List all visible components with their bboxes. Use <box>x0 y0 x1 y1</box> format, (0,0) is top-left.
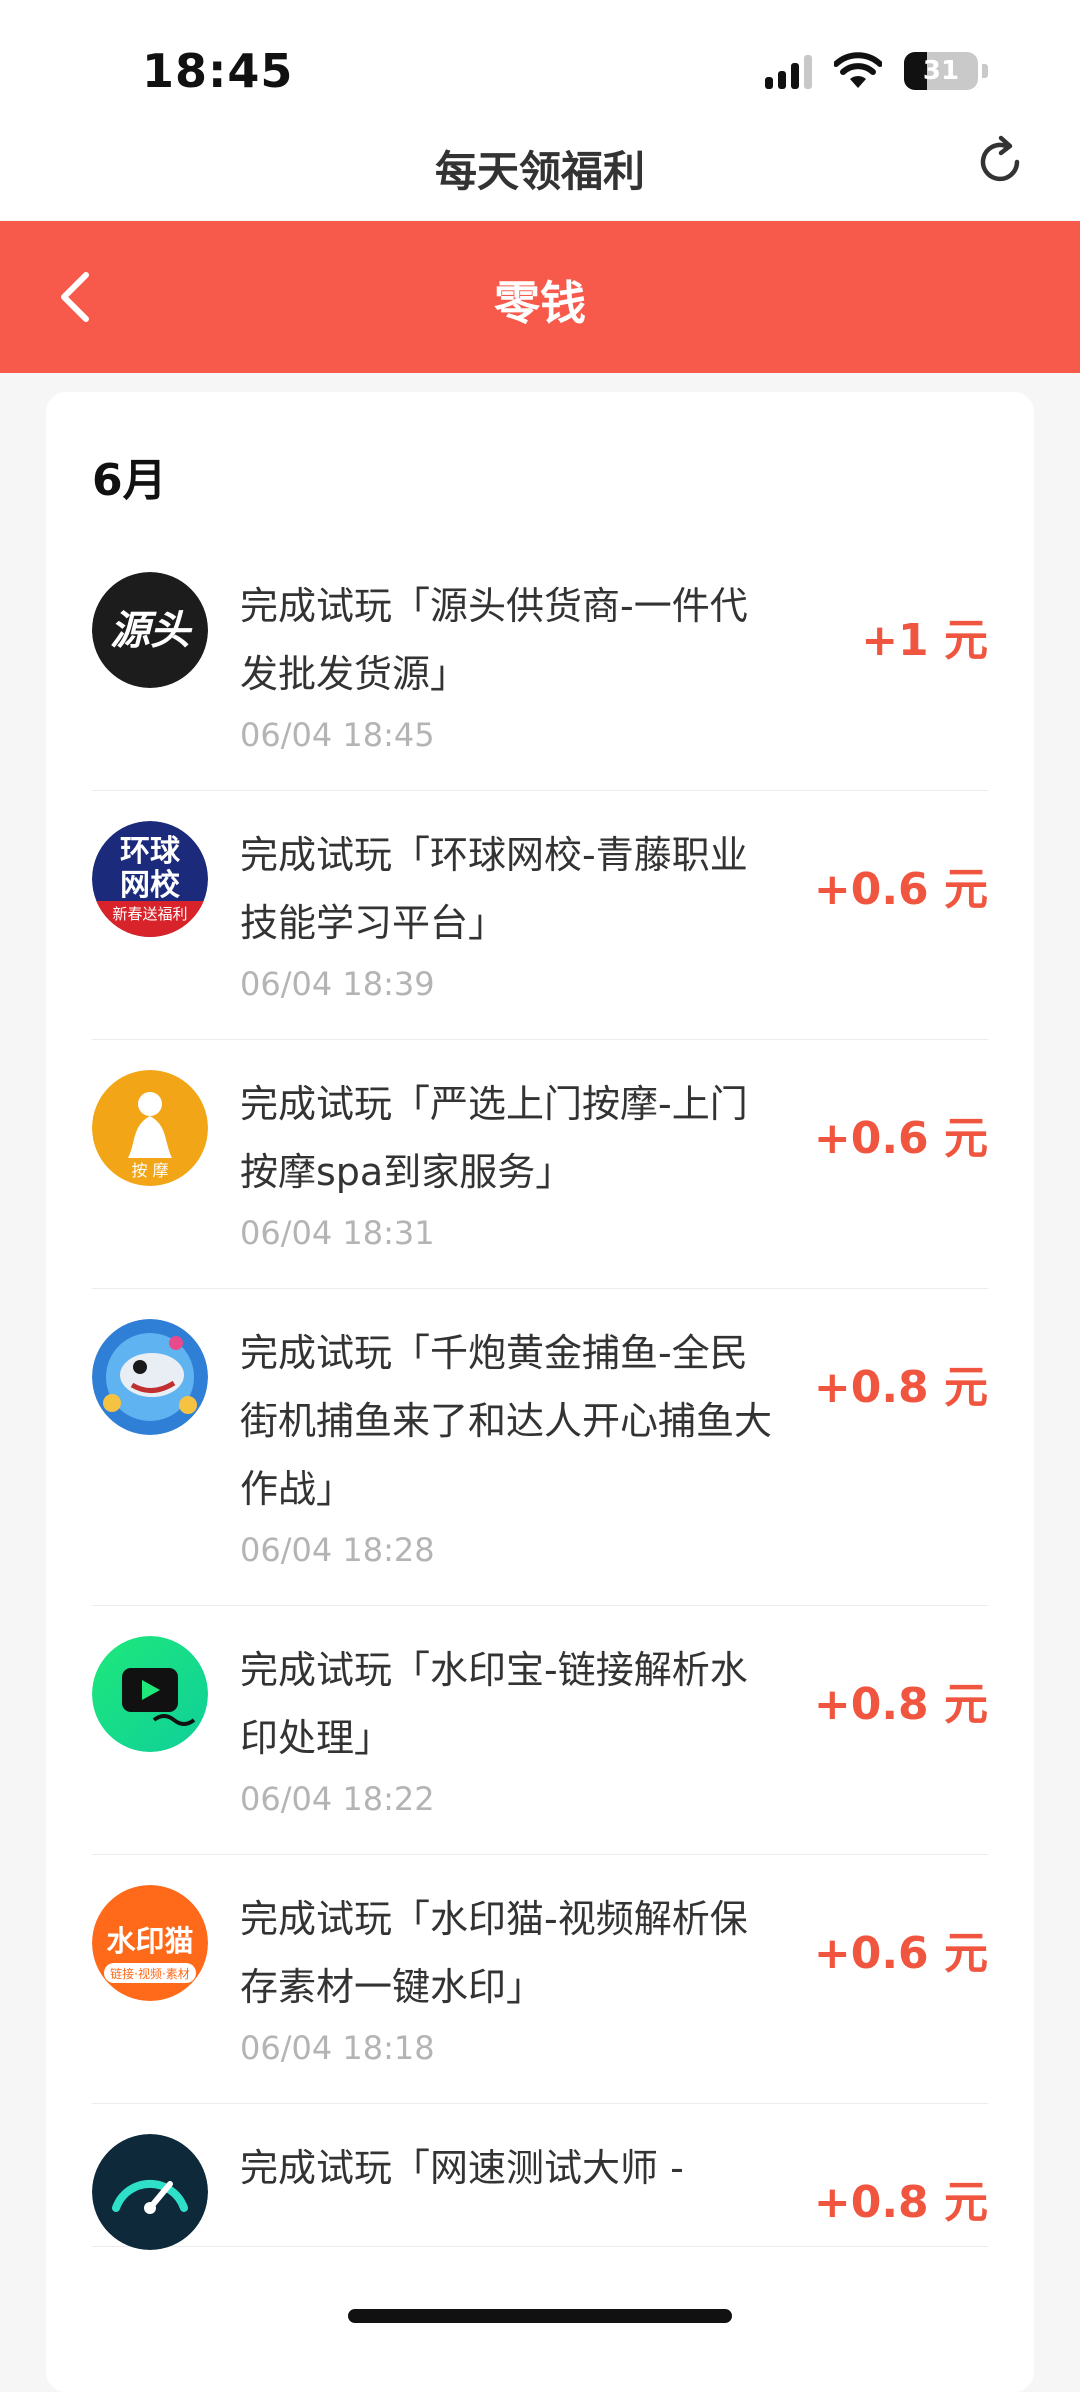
speedtest-app-icon <box>92 2134 208 2250</box>
item-date: 06/04 18:28 <box>240 1531 435 1569</box>
yuantou-app-icon: 源头 <box>92 572 208 688</box>
battery-tip <box>982 64 988 78</box>
item-date: 06/04 18:39 <box>240 965 435 1003</box>
item-date: 06/04 18:31 <box>240 1214 435 1252</box>
huanqiu-icon-line3: 新春送福利 <box>112 905 187 923</box>
list-item[interactable]: 完成试玩「水印宝-链接解析水印处理」 06/04 18:22 +0.8 元 <box>92 1606 988 1855</box>
page-topbar: 每天领福利 <box>0 110 1080 220</box>
item-amount: +0.8 元 <box>813 1679 988 1730</box>
shuiyinmao-icon-line2: 链接·视频·素材 <box>110 1966 190 1981</box>
list-item[interactable]: 按 摩 完成试玩「严选上门按摩-上门按摩spa到家服务」 06/04 18:31… <box>92 1040 988 1289</box>
item-date: 06/04 18:18 <box>240 2029 435 2067</box>
transaction-list: 源头 完成试玩「源头供货商-一件代发批发货源」 06/04 18:45 +1 元… <box>92 542 988 2250</box>
item-title: 完成试玩「水印猫-视频解析保存素材一键水印」 <box>240 1897 748 2009</box>
item-title: 完成试玩「环球网校-青藤职业技能学习平台」 <box>240 833 748 945</box>
home-indicator <box>348 2309 732 2323</box>
item-amount: +0.6 元 <box>813 864 988 915</box>
item-amount: +0.6 元 <box>813 1113 988 1164</box>
item-amount: +0.8 元 <box>813 1362 988 1413</box>
wallet-header: 零钱 <box>0 221 1080 373</box>
item-amount: +0.6 元 <box>813 1928 988 1979</box>
item-title: 完成试玩「源头供货商-一件代发批发货源」 <box>240 584 748 696</box>
yuantou-icon-label: 源头 <box>110 608 193 654</box>
status-time: 18:45 <box>142 44 294 98</box>
month-label: 6月 <box>92 455 167 506</box>
list-item[interactable]: 完成试玩「千炮黄金捕鱼-全民街机捕鱼来了和达人开心捕鱼大作战」 06/04 18… <box>92 1289 988 1606</box>
list-item[interactable]: 源头 完成试玩「源头供货商-一件代发批发货源」 06/04 18:45 +1 元 <box>92 542 988 791</box>
battery-icon: 31 <box>904 52 978 90</box>
fishing-game-app-icon <box>92 1319 208 1435</box>
anmo-icon-label: 按 摩 <box>131 1161 168 1180</box>
page-title: 每天领福利 <box>434 147 645 196</box>
transaction-card: 6月 源头 完成试玩「源头供货商-一件代发批发货源」 06/04 18:45 +… <box>46 392 1034 2392</box>
list-item[interactable]: 完成试玩「网速测试大师 - +0.8 元 <box>92 2104 988 2250</box>
list-item[interactable]: 环球 网校 新春送福利 完成试玩「环球网校-青藤职业技能学习平台」 06/04 … <box>92 791 988 1040</box>
status-icons: 31 <box>765 52 988 90</box>
huanqiu-wangxiao-app-icon: 环球 网校 新春送福利 <box>92 821 208 937</box>
shuiyinmao-app-icon: 水印猫 链接·视频·素材 <box>92 1885 208 2001</box>
item-title: 完成试玩「千炮黄金捕鱼-全民街机捕鱼来了和达人开心捕鱼大作战」 <box>240 1331 773 1511</box>
item-amount: +1 元 <box>861 615 988 666</box>
list-item[interactable]: 水印猫 链接·视频·素材 完成试玩「水印猫-视频解析保存素材一键水印」 06/0… <box>92 1855 988 2104</box>
shuiyinmao-icon-line1: 水印猫 <box>106 1924 193 1958</box>
item-date: 06/04 18:22 <box>240 1780 435 1818</box>
huanqiu-icon-line2: 网校 <box>120 868 180 903</box>
header-title: 零钱 <box>494 276 586 330</box>
anmo-app-icon: 按 摩 <box>92 1070 208 1186</box>
shuiyinbao-app-icon <box>92 1636 208 1752</box>
huanqiu-icon-line1: 环球 <box>120 834 181 869</box>
item-date: 06/04 18:45 <box>240 716 435 754</box>
item-amount: +0.8 元 <box>813 2177 988 2228</box>
refresh-icon[interactable] <box>970 132 1030 192</box>
item-title: 完成试玩「网速测试大师 - <box>240 2146 684 2190</box>
item-title: 完成试玩「水印宝-链接解析水印处理」 <box>240 1648 748 1760</box>
wifi-icon <box>834 52 882 88</box>
cellular-signal-icon <box>765 53 812 89</box>
item-title: 完成试玩「严选上门按摩-上门按摩spa到家服务」 <box>240 1082 748 1194</box>
